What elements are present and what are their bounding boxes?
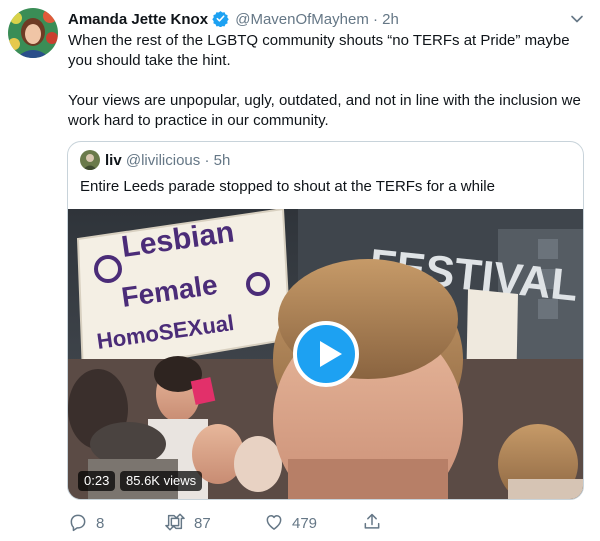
quoted-tweet[interactable]: liv @livilicious · 5h Entire Leeds parad… — [67, 141, 584, 500]
tweet-text: When the rest of the LGBTQ community sho… — [68, 31, 588, 131]
share-icon — [364, 513, 380, 529]
quoted-author-handle: @livilicious — [125, 152, 201, 169]
tweet-actions: 8 87 479 — [68, 512, 448, 536]
play-button[interactable] — [293, 321, 359, 387]
retweet-icon — [165, 513, 185, 531]
quoted-separator-dot: · — [204, 152, 210, 169]
share-button[interactable] — [362, 512, 390, 536]
quoted-author-name: liv — [105, 152, 122, 169]
like-icon — [266, 515, 282, 530]
separator-dot: · — [373, 11, 378, 28]
author-handle[interactable]: @MavenOfMayhem — [235, 11, 369, 28]
quoted-tweet-text: Entire Leeds parade stopped to shout at … — [80, 178, 495, 195]
play-icon — [320, 341, 342, 367]
video-view-count: 85.6K views — [120, 471, 203, 491]
retweet-button[interactable]: 87 — [164, 512, 211, 536]
retweet-count: 87 — [194, 515, 211, 532]
tweet-text-paragraph-2: Your views are unpopular, ugly, outdated… — [68, 92, 581, 129]
video-player[interactable]: FESTIVAL Lesbian Female HomoSEXual 0:23 … — [68, 209, 583, 499]
reply-count: 8 — [96, 515, 105, 532]
verified-badge-icon — [212, 10, 229, 28]
author-avatar[interactable] — [8, 8, 58, 58]
reply-icon — [70, 514, 86, 532]
quoted-tweet-header: liv @livilicious · 5h — [80, 150, 230, 172]
tweet-header: Amanda Jette Knox @MavenOfMayhem · 2h — [68, 9, 584, 31]
tweet-text-paragraph-1: When the rest of the LGBTQ community sho… — [68, 32, 570, 69]
author-name[interactable]: Amanda Jette Knox — [68, 11, 208, 28]
like-count: 479 — [292, 515, 318, 532]
chevron-down-icon[interactable] — [570, 12, 584, 26]
reply-button[interactable]: 8 — [68, 512, 104, 536]
quoted-author-avatar — [80, 150, 100, 170]
tweet-time[interactable]: 2h — [382, 11, 399, 28]
quoted-tweet-time: 5h — [213, 152, 231, 169]
like-button[interactable]: 479 — [264, 512, 317, 536]
video-duration: 0:23 — [78, 471, 116, 491]
